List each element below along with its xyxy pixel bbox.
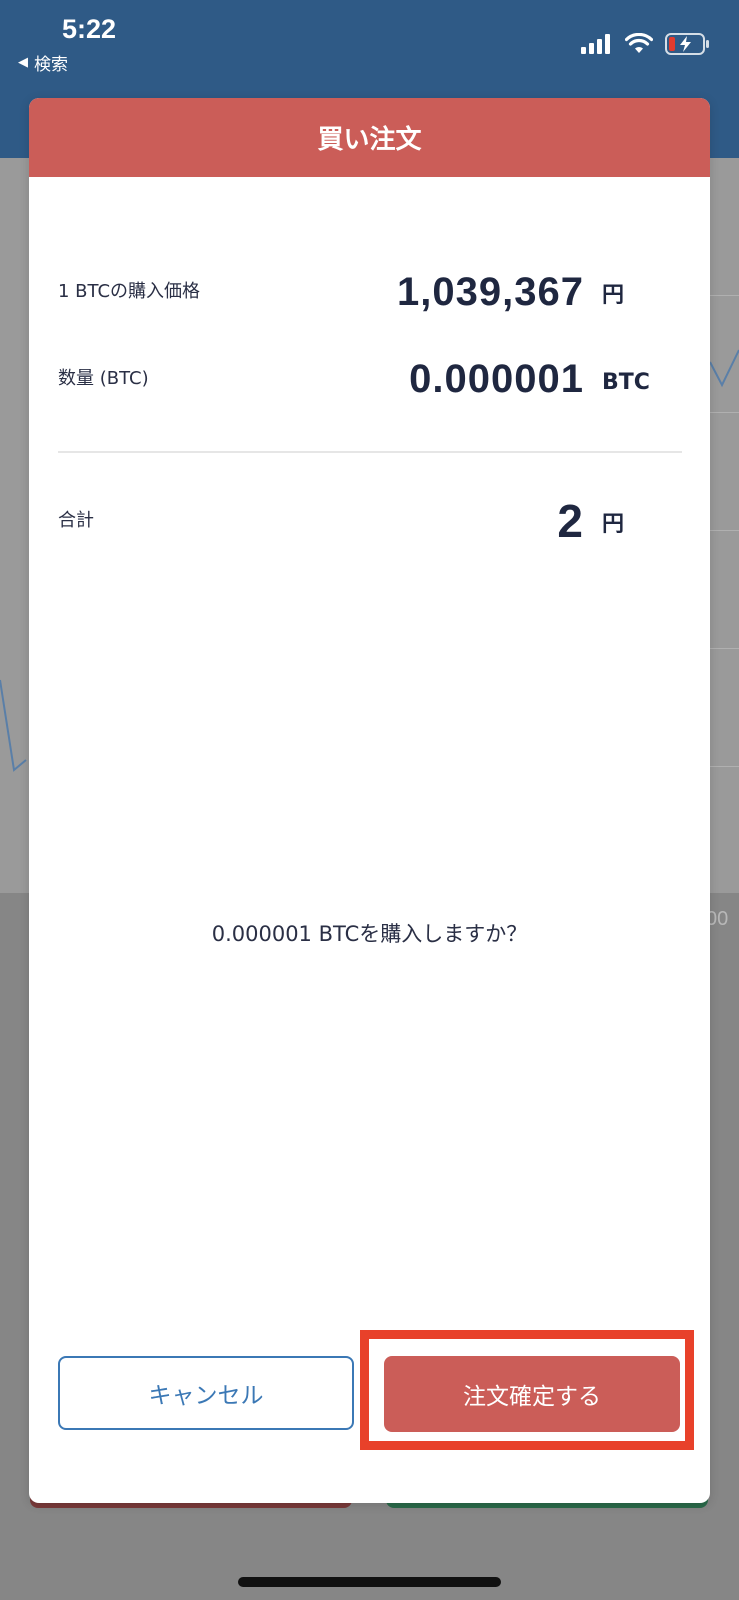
divider [58, 451, 682, 453]
total-unit: 円 [602, 512, 625, 537]
confirm-order-button[interactable]: 注文確定する [384, 1356, 680, 1432]
cellular-signal-icon [581, 34, 610, 54]
back-label: 検索 [34, 55, 68, 75]
total-row: 合計 2 円 [58, 491, 682, 551]
battery-charging-icon [665, 33, 709, 55]
triangle-left-icon: ◀ [18, 55, 28, 70]
quantity-label: 数量 (BTC) [58, 368, 149, 389]
price-unit: 円 [602, 283, 625, 308]
back-to-search-link[interactable]: ◀ 検索 [18, 50, 68, 75]
total-label: 合計 [58, 510, 94, 531]
confirm-question: 0.000001 BTCを購入しますか？ [211, 922, 528, 946]
wifi-icon [625, 33, 653, 53]
cancel-button[interactable]: キャンセル [58, 1356, 354, 1430]
price-row: 1 BTCの購入価格 1,039,367 円 [58, 262, 682, 322]
quantity-row: 数量 (BTC) 0.000001 BTC [58, 349, 682, 409]
home-indicator [238, 1577, 501, 1587]
price-label: 1 BTCの購入価格 [58, 281, 201, 302]
price-value: 1,039,367 [397, 270, 584, 314]
quantity-value: 0.000001 [409, 357, 584, 401]
buy-order-dialog: 買い注文 1 BTCの購入価格 1,039,367 円 数量 (BTC) 0.0… [29, 98, 710, 1503]
quantity-unit: BTC [602, 370, 650, 395]
dialog-title: 買い注文 [29, 98, 710, 177]
total-value: 2 [557, 495, 584, 547]
status-icons [581, 32, 711, 56]
status-time: 5:22 [62, 14, 117, 44]
